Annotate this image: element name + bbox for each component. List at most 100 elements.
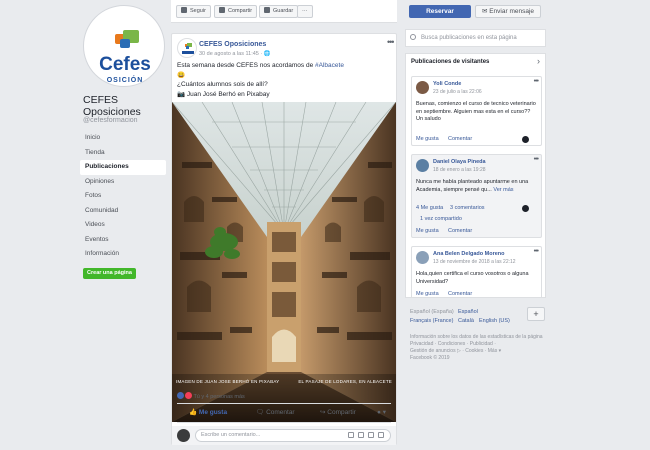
comment-input[interactable]: Escribe un comentario... (195, 429, 391, 442)
post-photo[interactable] (172, 102, 396, 422)
follow-icon (181, 7, 187, 13)
page-profile-picture[interactable]: Cefes OSICIÓN (83, 5, 165, 87)
hashtag-link[interactable]: #Albacete (315, 62, 344, 69)
gif-icon[interactable] (368, 432, 374, 438)
nav-item-tienda[interactable]: Tienda (80, 146, 166, 161)
visitor-post-options-icon[interactable]: ••• (534, 248, 539, 255)
visitor-date[interactable]: 13 de noviembre de 2018 a las 22:12 (433, 259, 516, 265)
camera-icon[interactable] (358, 432, 364, 438)
language-option[interactable]: Français (France) (410, 318, 453, 324)
search-placeholder: Busca publicaciones en esta página (421, 35, 517, 41)
share-page-button[interactable]: Compartir (214, 5, 258, 18)
footer-links-2[interactable]: Gestión de anuncios ▷ · Cookies · Más ▾ (410, 348, 545, 355)
visitor-like-button[interactable]: Me gusta (416, 136, 439, 142)
visitor-post-options-icon[interactable]: ••• (534, 78, 539, 85)
page-action-bar: Seguir Compartir Guardar ··· (171, 0, 397, 23)
share-icon (219, 7, 225, 13)
nav-item-fotos[interactable]: Fotos (80, 189, 166, 204)
more-options-button[interactable]: ··· (297, 5, 313, 18)
share-button[interactable]: ↪ Compartir (320, 408, 356, 416)
post-timestamp[interactable]: 30 de agosto a las 11:45 · 🌐 (199, 51, 271, 57)
send-message-button[interactable]: ✉ Enviar mensaje (475, 5, 541, 18)
thumbs-up-icon: 👍 (189, 409, 199, 416)
post-author-avatar[interactable] (177, 38, 197, 58)
reactions-summary[interactable]: Tú y 4 personas más (177, 392, 245, 400)
chevron-right-icon[interactable]: › (537, 56, 540, 66)
nav-item-eventos[interactable]: Eventos (80, 233, 166, 248)
visitor-comment-button[interactable]: Comentar (448, 291, 472, 297)
post-options-icon[interactable]: ••• (387, 37, 395, 47)
visitor-text-block: Nunca me había planteado apuntarme en un… (416, 179, 538, 194)
share-label: Compartir (327, 409, 356, 416)
reactions-text: Tú y 4 personas más (193, 394, 245, 400)
visitor-shares-count[interactable]: 1 vez compartido (420, 216, 462, 222)
footer-copyright: Facebook © 2019 (410, 355, 450, 361)
divider (177, 422, 391, 423)
nav-item-comunidad[interactable]: Comunidad (80, 204, 166, 219)
save-button[interactable]: Guardar (259, 5, 299, 18)
nav-item-videos[interactable]: Videos (80, 218, 166, 233)
language-option[interactable]: Español (458, 309, 478, 315)
comment-icon: 🗨 (256, 409, 267, 416)
create-page-button[interactable]: Crear una página (83, 268, 136, 279)
visitor-comment-button[interactable]: Comentar (448, 228, 472, 234)
globe-icon: 🌐 (263, 51, 271, 57)
emoji: 😀 (177, 71, 186, 79)
sticker-icon[interactable] (378, 432, 384, 438)
language-option[interactable]: Català (458, 318, 474, 324)
page-nav: Inicio Tienda Publicaciones Opiniones Fo… (80, 131, 166, 262)
post-author-name[interactable]: CEFES Oposiciones (199, 41, 266, 48)
add-language-button[interactable]: + (527, 307, 545, 321)
page-handle[interactable]: @cefesformacion (83, 117, 138, 124)
logo-text: Cefes (99, 54, 151, 75)
visitor-name[interactable]: Yoli Conde (433, 81, 461, 87)
footer-links-1[interactable]: Privacidad · Condiciones · Publicidad · (410, 341, 545, 348)
page-search-input[interactable]: Busca publicaciones en esta página (405, 29, 546, 47)
search-icon (410, 34, 416, 40)
visitor-like-button[interactable]: Me gusta (416, 228, 439, 234)
profile-selector-icon[interactable] (522, 205, 529, 212)
language-option[interactable]: English (US) (479, 318, 510, 324)
profile-selector-icon[interactable] (522, 136, 529, 143)
visitor-post: Ana Belen Delgado Moreno 13 de noviembre… (411, 246, 542, 297)
follow-button[interactable]: Seguir (176, 5, 211, 18)
arcade-photo (172, 102, 396, 422)
page-title[interactable]: CEFES Oposiciones (83, 94, 173, 118)
visitor-comments-count[interactable]: 3 comentarios (450, 205, 485, 211)
reserve-button[interactable]: Reservar (409, 5, 471, 18)
see-more-link[interactable]: Ver más (493, 187, 513, 193)
comment-tools (344, 432, 384, 443)
emoji-icon[interactable] (348, 432, 354, 438)
nav-item-informacion[interactable]: Información (80, 247, 166, 262)
nav-item-publicaciones[interactable]: Publicaciones (80, 160, 166, 175)
like-button[interactable]: 👍 Me gusta (189, 408, 227, 416)
audience-selector[interactable]: ● ▾ (377, 408, 386, 416)
cefes-logo-icon (182, 43, 194, 54)
photo-caption-left: IMAGEN DE JUAN JOSE BERHÓ EN PIXABAY (176, 379, 280, 384)
visitor-text: Hola,quien certifica el curso vosotros o… (416, 271, 529, 285)
visitor-likes-count[interactable]: 4 Me gusta (416, 205, 443, 211)
visitor-name[interactable]: Daniel Olaya Pineda (433, 159, 486, 165)
visitor-avatar[interactable] (416, 81, 429, 94)
visitor-post: Daniel Olaya Pineda 18 de enero a las 19… (411, 154, 542, 238)
visitor-comment-button[interactable]: Comentar (448, 136, 472, 142)
visitor-post-options-icon[interactable]: ••• (534, 156, 539, 163)
post-text-line2: ¿Cuántos alumnos sois de allí? (177, 81, 268, 88)
nav-item-opiniones[interactable]: Opiniones (80, 175, 166, 190)
comment-button[interactable]: 🗨 Comentar (256, 408, 295, 416)
visitor-date[interactable]: 23 de julio a las 22:06 (433, 89, 482, 95)
user-avatar[interactable] (177, 429, 190, 442)
visitor-post: Yoli Conde 23 de julio a las 22:06 ••• B… (411, 76, 542, 146)
divider (177, 403, 391, 404)
nav-item-inicio[interactable]: Inicio (80, 131, 166, 146)
photo-caption-right: EL PASAJE DE LODARES, EN ALBACETE (298, 379, 392, 384)
visitor-avatar[interactable] (416, 251, 429, 264)
visitor-like-button[interactable]: Me gusta (416, 291, 439, 297)
footer-insights-link[interactable]: Información sobre los datos de las estad… (410, 334, 545, 341)
visitor-avatar[interactable] (416, 159, 429, 172)
visitor-date[interactable]: 18 de enero a las 19:28 (433, 167, 486, 173)
comment-placeholder: Escribe un comentario... (201, 432, 261, 438)
visitor-name[interactable]: Ana Belen Delgado Moreno (433, 251, 505, 257)
logo-subtext: OSICIÓN (107, 75, 144, 84)
visitor-posts-title[interactable]: Publicaciones de visitantes (411, 59, 489, 65)
